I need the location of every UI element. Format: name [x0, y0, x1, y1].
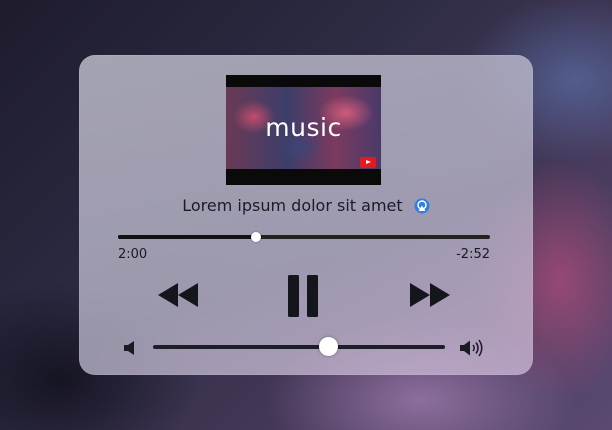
- volume-knob[interactable]: [319, 337, 339, 356]
- media-player-panel: music Lorem ipsum dolor sit amet 2:00 -2…: [79, 55, 533, 375]
- elapsed-time: 2:00: [118, 247, 148, 262]
- seek-bar-fill: [118, 235, 256, 239]
- volume-high-icon[interactable]: [459, 339, 485, 357]
- rewind-icon[interactable]: [157, 283, 199, 307]
- volume-slider[interactable]: [153, 337, 445, 356]
- seek-bar[interactable]: [118, 232, 490, 242]
- video-thumbnail[interactable]: music: [226, 75, 381, 185]
- track-info: Lorem ipsum dolor sit amet: [79, 195, 533, 215]
- track-title: Lorem ipsum dolor sit amet: [182, 196, 403, 215]
- youtube-play-icon: [360, 157, 376, 168]
- volume-low-icon[interactable]: [123, 340, 139, 356]
- pause-icon[interactable]: [287, 275, 319, 317]
- airplay-icon[interactable]: [414, 198, 430, 214]
- seek-knob[interactable]: [250, 232, 261, 242]
- remaining-time: -2:52: [456, 247, 490, 262]
- video-title: music: [265, 113, 342, 142]
- fast-forward-icon[interactable]: [409, 283, 451, 307]
